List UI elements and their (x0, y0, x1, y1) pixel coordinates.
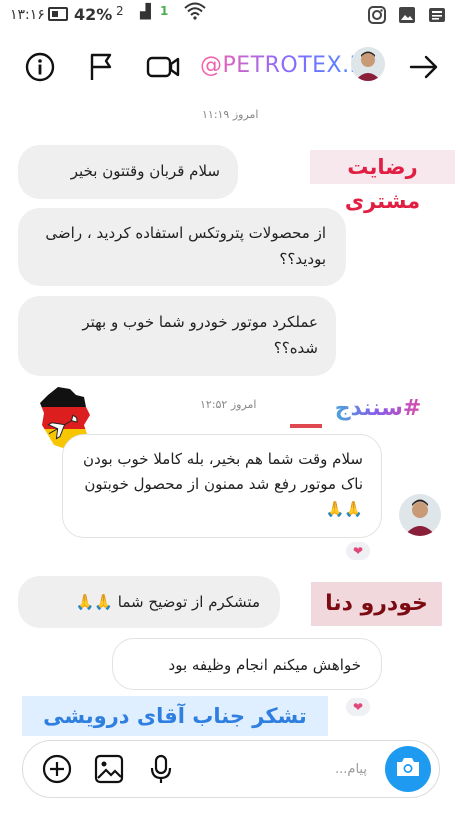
signal-icon: ▟ (140, 4, 151, 20)
avatar[interactable] (351, 47, 385, 81)
timestamp: امروز ۱۲:۵۲ (200, 398, 257, 411)
sim-slot-label: 2 (116, 4, 124, 18)
news-icon (428, 6, 446, 24)
message-bubble[interactable]: خواهش میکنم انجام وظیفه بود (112, 638, 382, 690)
add-icon[interactable] (42, 754, 72, 784)
gallery-icon (398, 6, 416, 24)
wifi-icon (184, 2, 206, 25)
message-bubble[interactable]: از محصولات پتروتکس استفاده کردید ، راضی … (18, 208, 346, 286)
microphone-icon[interactable] (146, 754, 176, 784)
thanks-tag: تشکر جناب آقای درویشی (22, 696, 328, 736)
heart-reaction-icon[interactable]: ❤ (346, 542, 370, 560)
battery-icon (48, 7, 68, 21)
status-time: ۱۳:۱۶ (10, 7, 45, 23)
timestamp: امروز ۱۱:۱۹ (202, 108, 259, 121)
image-icon[interactable] (94, 754, 124, 784)
video-call-icon[interactable] (146, 50, 180, 84)
heart-reaction-icon[interactable]: ❤ (346, 698, 370, 716)
message-bubble[interactable]: سلام قربان وقتتون بخیر (18, 145, 238, 199)
sender-avatar[interactable] (399, 494, 441, 536)
data-slot-label: 1 (160, 4, 169, 18)
message-bubble[interactable]: سلام وقت شما هم بخیر، بله کاملا خوب بودن… (62, 434, 382, 538)
satisfaction-tag: رضایت مشتری (310, 150, 455, 213)
city-hashtag: #سنندج (328, 391, 428, 427)
status-bar: ۱۳:۱۶ 42% 2 ▟ 1 (0, 0, 461, 32)
message-bubble[interactable]: عملکرد موتور خودرو شما خوب و بهتر شده؟؟ (18, 296, 336, 376)
flag-icon[interactable] (85, 50, 119, 84)
battery-percent: 42% (74, 5, 113, 24)
car-tag: خودرو دنا (311, 582, 442, 626)
message-bubble[interactable]: متشکرم از توضیح شما 🙏🙏 (18, 576, 280, 628)
message-input[interactable]: پیام... (335, 762, 367, 777)
forward-arrow-icon[interactable] (407, 50, 441, 84)
account-handle[interactable]: @PETROTEX.IR (200, 53, 372, 78)
message-composer[interactable] (22, 740, 440, 798)
hashtag-underline (290, 424, 322, 428)
instagram-icon (368, 6, 386, 24)
camera-icon (395, 756, 421, 782)
info-icon[interactable] (23, 50, 57, 84)
camera-button[interactable] (385, 746, 431, 792)
